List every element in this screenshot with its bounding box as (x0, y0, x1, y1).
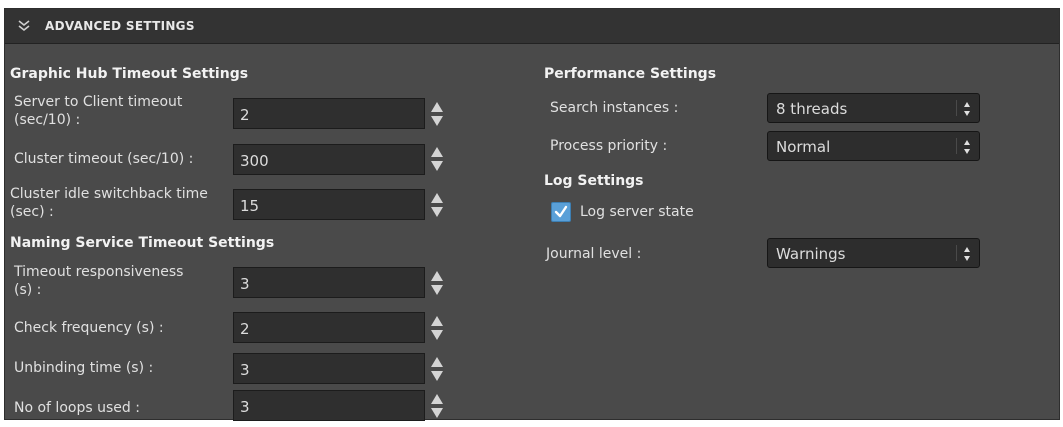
unbinding-time-label: Unbinding time (s) : (14, 359, 153, 377)
journal-level-value: Warnings (776, 245, 846, 263)
timeout-responsiveness-label-line1: Timeout responsiveness (14, 264, 184, 280)
naming-service-section-title: Naming Service Timeout Settings (10, 235, 275, 251)
log-server-state-checkbox[interactable] (551, 202, 571, 222)
graphic-hub-section-title: Graphic Hub Timeout Settings (10, 66, 249, 82)
double-chevron-down-icon[interactable] (17, 19, 31, 33)
select-divider (956, 138, 957, 154)
timeout-responsiveness-input[interactable]: 3 (233, 267, 425, 298)
unbinding-time-spinner[interactable] (430, 355, 444, 383)
server-to-client-timeout-input[interactable]: 2 (233, 98, 425, 129)
journal-level-label: Journal level : (546, 246, 642, 262)
cluster-idle-spinner[interactable] (430, 191, 444, 219)
check-frequency-label: Check frequency (s) : (14, 319, 164, 337)
loops-used-input[interactable]: 3 (233, 390, 425, 421)
header-title: ADVANCED SETTINGS (45, 19, 195, 33)
log-server-state-label[interactable]: Log server state (580, 203, 694, 221)
cluster-idle-switchback-input[interactable]: 15 (233, 189, 425, 220)
select-divider (956, 245, 957, 261)
check-frequency-spinner[interactable] (430, 314, 444, 342)
advanced-settings-header[interactable]: ADVANCED SETTINGS (5, 9, 1059, 44)
search-instances-select[interactable]: 8 threads (767, 93, 980, 123)
select-arrows-icon (964, 102, 970, 116)
search-instances-label: Search instances : (550, 100, 679, 116)
server-to-client-spinner[interactable] (430, 100, 444, 128)
cluster-timeout-label: Cluster timeout (sec/10) : (14, 150, 193, 168)
journal-level-select[interactable]: Warnings (767, 238, 980, 268)
cluster-idle-label: Cluster idle switchback time (sec) : (10, 185, 208, 221)
unbinding-time-label-line1: Unbinding time (s) : (14, 360, 154, 376)
log-section-title: Log Settings (544, 173, 644, 189)
checkmark-icon (554, 205, 568, 218)
select-divider (956, 100, 957, 116)
loops-used-label-line1: No of loops used : (14, 400, 140, 416)
cluster-timeout-label-line1: Cluster timeout (sec/10) : (14, 151, 194, 167)
process-priority-value: Normal (776, 138, 831, 156)
cluster-idle-label-line2: (sec) : (10, 204, 54, 220)
check-frequency-label-line1: Check frequency (s) : (14, 320, 164, 336)
server-to-client-label-line1: Server to Client timeout (14, 94, 183, 110)
cluster-timeout-spinner[interactable] (430, 145, 444, 173)
server-to-client-label-line2: (sec/10) : (14, 112, 81, 128)
process-priority-select[interactable]: Normal (767, 131, 980, 161)
cluster-timeout-input[interactable]: 300 (233, 144, 425, 175)
timeout-responsiveness-label: Timeout responsiveness (s) : (14, 263, 183, 299)
advanced-settings-panel: ADVANCED SETTINGS Graphic Hub Timeout Se… (4, 8, 1060, 421)
loops-used-label: No of loops used : (14, 399, 140, 417)
process-priority-label: Process priority : (550, 138, 668, 154)
server-to-client-label: Server to Client timeout (sec/10) : (14, 93, 182, 129)
search-instances-value: 8 threads (776, 100, 848, 118)
loops-used-spinner[interactable] (430, 392, 444, 420)
check-frequency-input[interactable]: 2 (233, 312, 425, 343)
select-arrows-icon (964, 140, 970, 154)
timeout-responsiveness-label-line2: (s) : (14, 282, 42, 298)
unbinding-time-input[interactable]: 3 (233, 353, 425, 384)
select-arrows-icon (964, 247, 970, 261)
timeout-responsiveness-spinner[interactable] (430, 269, 444, 297)
cluster-idle-label-line1: Cluster idle switchback time (10, 186, 208, 202)
performance-section-title: Performance Settings (544, 66, 717, 82)
